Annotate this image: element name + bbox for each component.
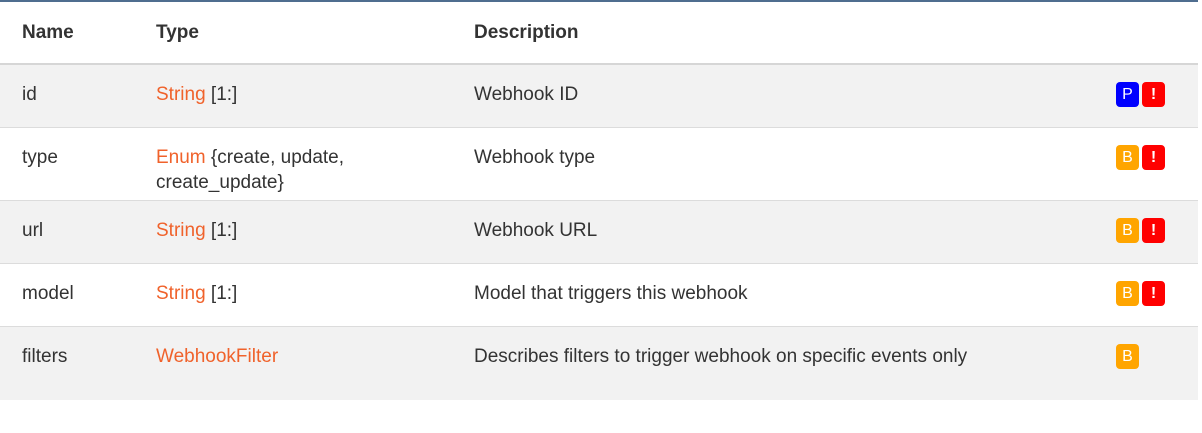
table-row: id String [1:] Webhook ID P! <box>0 64 1198 128</box>
flag-badges: B <box>1104 326 1198 400</box>
flag-badges: B! <box>1104 263 1198 327</box>
required-badge-icon: ! <box>1142 218 1165 243</box>
field-name: type <box>0 127 150 201</box>
field-type: String [1:] <box>150 200 468 264</box>
field-type: WebhookFilter <box>150 326 468 400</box>
field-name: url <box>0 200 150 264</box>
required-badge-icon: ! <box>1142 281 1165 306</box>
flag-badges: B! <box>1104 200 1198 264</box>
type-constraint: [1:] <box>205 283 238 304</box>
field-description: Webhook ID <box>468 64 1104 128</box>
field-type: String [1:] <box>150 263 468 327</box>
attribute-table: Name Type Description id String [1:] Web… <box>0 2 1198 400</box>
basic-badge-icon: B <box>1116 218 1139 243</box>
field-description: Model that triggers this webhook <box>468 263 1104 327</box>
flag-badges: P! <box>1104 64 1198 128</box>
basic-badge-icon: B <box>1116 145 1139 170</box>
column-header-type: Type <box>150 2 468 65</box>
field-name: model <box>0 263 150 327</box>
type-link[interactable]: String <box>156 283 206 304</box>
type-link[interactable]: String <box>156 84 206 105</box>
type-link[interactable]: Enum <box>156 147 206 168</box>
field-name: filters <box>0 326 150 400</box>
table-row: type Enum {create, update, create_update… <box>0 127 1198 201</box>
column-header-description: Description <box>468 2 1104 65</box>
type-constraint: [1:] <box>205 84 238 105</box>
type-link[interactable]: String <box>156 220 206 241</box>
flag-badges: B! <box>1104 127 1198 201</box>
header-row: Name Type Description <box>0 2 1198 65</box>
field-description: Webhook URL <box>468 200 1104 264</box>
table-row: model String [1:] Model that triggers th… <box>0 263 1198 327</box>
table-row: url String [1:] Webhook URL B! <box>0 200 1198 264</box>
basic-badge-icon: B <box>1116 281 1139 306</box>
primary-key-badge-icon: P <box>1116 82 1139 107</box>
attribute-table-container: Name Type Description id String [1:] Web… <box>0 0 1202 433</box>
type-constraint: [1:] <box>205 220 238 241</box>
field-name: id <box>0 64 150 128</box>
column-header-name: Name <box>0 2 150 65</box>
required-badge-icon: ! <box>1142 145 1165 170</box>
field-description: Webhook type <box>468 127 1104 201</box>
type-link[interactable]: WebhookFilter <box>156 346 278 367</box>
table-row: filters WebhookFilter Describes filters … <box>0 326 1198 400</box>
column-header-flags <box>1104 2 1198 65</box>
field-description: Describes filters to trigger webhook on … <box>468 326 1104 400</box>
field-type: Enum {create, update, create_update} <box>150 127 468 201</box>
basic-badge-icon: B <box>1116 344 1139 369</box>
field-type: String [1:] <box>150 64 468 128</box>
required-badge-icon: ! <box>1142 82 1165 107</box>
